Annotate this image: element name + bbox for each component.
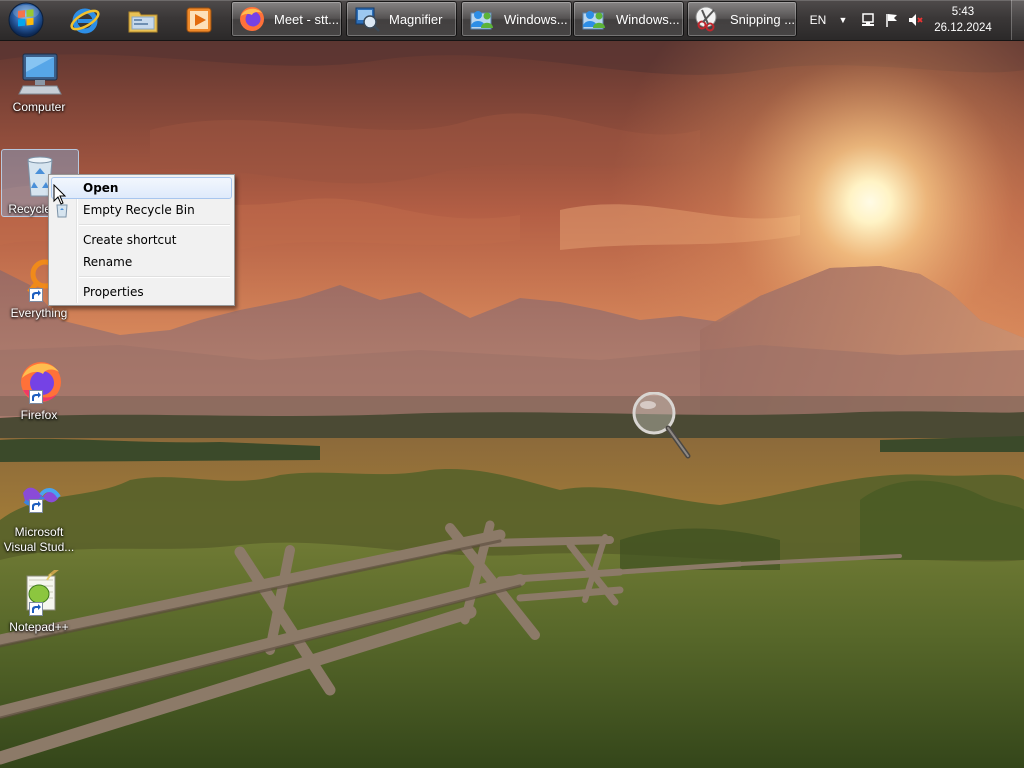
pinned-media-player[interactable] <box>178 2 220 38</box>
network-icon[interactable] <box>856 12 880 28</box>
windows-people-icon <box>580 5 608 33</box>
taskbar-button-label: Snipping ... <box>730 11 796 27</box>
shortcut-arrow-icon <box>29 390 43 404</box>
internet-explorer-icon <box>70 8 100 34</box>
firefox-icon <box>15 358 63 406</box>
context-menu: Open Empty Recycle Bin Create shortcut R… <box>48 174 235 306</box>
computer-icon <box>15 50 63 98</box>
taskbar-button-windows-1[interactable]: Windows... <box>461 1 572 37</box>
tray-overflow-arrow-icon[interactable]: ▼ <box>830 15 856 25</box>
taskbar-button-windows-2[interactable]: Windows... <box>573 1 684 37</box>
clock-date: 26.12.2024 <box>934 22 992 34</box>
desktop-icon-visual-studio[interactable]: Microsoft Visual Stud... <box>1 475 77 555</box>
action-center-flag-icon[interactable] <box>880 12 904 28</box>
desktop-wallpaper <box>0 0 1024 768</box>
desktop-icon-notepad-plus-plus[interactable]: Notepad++ <box>1 566 77 635</box>
desktop-icon-label: Microsoft Visual Stud... <box>3 525 75 554</box>
folder-icon <box>128 11 158 33</box>
shortcut-arrow-icon <box>29 602 43 616</box>
desktop-icon-label: Notepad++ <box>9 620 69 634</box>
desktop-icon-label: Everything <box>10 306 68 320</box>
language-indicator[interactable]: EN <box>806 13 830 27</box>
shortcut-arrow-icon <box>29 499 43 513</box>
volume-muted-icon[interactable] <box>904 12 926 28</box>
menu-item-properties[interactable]: Properties <box>51 281 232 303</box>
taskbar-button-magnifier[interactable]: Magnifier <box>346 1 457 37</box>
firefox-icon <box>238 5 266 33</box>
menu-item-rename[interactable]: Rename <box>51 251 232 273</box>
clock-time: 5:43 <box>951 6 975 18</box>
windows-people-icon <box>468 5 496 33</box>
notepad-plus-plus-icon <box>15 566 63 618</box>
desktop-icon-label: Computer <box>12 100 66 114</box>
start-button[interactable] <box>6 1 46 39</box>
pinned-internet-explorer[interactable] <box>64 2 106 38</box>
taskbar-button-label: Windows... <box>504 11 568 27</box>
scissors-icon <box>694 5 722 33</box>
desktop-icon-firefox[interactable]: Firefox <box>1 358 77 423</box>
menu-item-create-shortcut[interactable]: Create shortcut <box>51 229 232 251</box>
shortcut-arrow-icon <box>29 288 43 302</box>
magnifier-glass-icon[interactable] <box>632 391 694 463</box>
menu-item-open[interactable]: Open <box>51 177 232 199</box>
taskbar-button-snipping-tool[interactable]: Snipping ... <box>687 1 797 37</box>
magnifier-app-icon <box>353 5 381 33</box>
taskbar-button-label: Magnifier <box>389 11 443 27</box>
taskbar-button-label: Meet - stt... <box>274 11 340 27</box>
show-desktop-button[interactable] <box>1011 0 1024 40</box>
taskbar-button-firefox[interactable]: Meet - stt... <box>231 1 342 37</box>
desktop-icon-computer[interactable]: Computer <box>1 50 77 115</box>
menu-item-empty-recycle-bin[interactable]: Empty Recycle Bin <box>51 199 232 221</box>
media-player-icon <box>186 7 212 33</box>
visual-studio-icon <box>15 475 63 523</box>
clock[interactable]: 5:43 26.12.2024 <box>926 4 1000 36</box>
menu-separator <box>79 276 230 278</box>
taskbar: Meet - stt... Magnifier Windows... Windo… <box>0 0 1024 41</box>
menu-item-label: Empty Recycle Bin <box>83 203 195 217</box>
pinned-windows-explorer[interactable] <box>122 2 164 38</box>
windows-logo-icon <box>8 2 44 38</box>
taskbar-button-label: Windows... <box>616 11 680 27</box>
mouse-pointer-icon <box>53 183 67 209</box>
menu-separator <box>79 224 230 226</box>
desktop-icon-label: Firefox <box>20 408 58 422</box>
